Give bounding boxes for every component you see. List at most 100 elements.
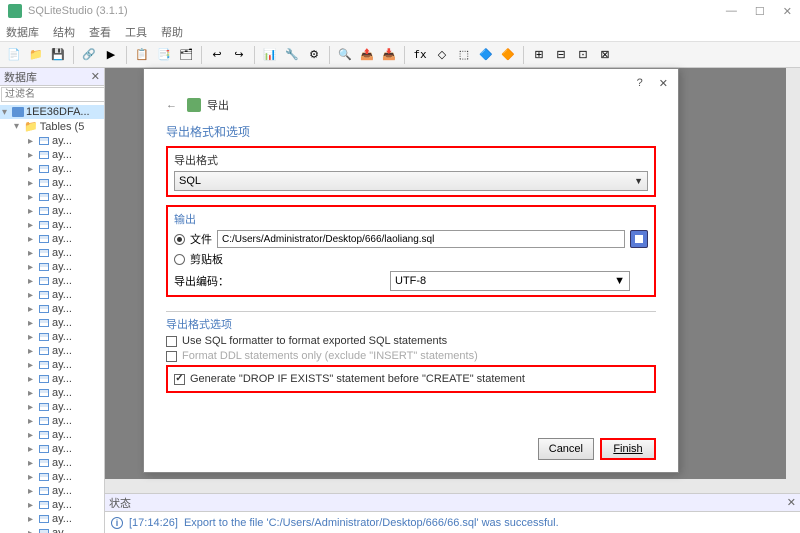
tree-table-node[interactable]: ▸ay...: [0, 428, 104, 442]
tree-table-node[interactable]: ▸ay...: [0, 204, 104, 218]
tree-table-node[interactable]: ▸ay...: [0, 246, 104, 260]
dialog-help-icon[interactable]: ?: [637, 77, 643, 89]
tree-table-node[interactable]: ▸ay...: [0, 232, 104, 246]
tree-table-node[interactable]: ▸ay...: [0, 162, 104, 176]
tree-table-node[interactable]: ▸ay...: [0, 442, 104, 456]
tree-leaf-label: ay...: [52, 513, 72, 525]
toolbar-btn[interactable]: 📑: [154, 45, 174, 65]
tree: ▾ 1EE36DFA... ▾📁 Tables (5 ▸ay...▸ay...▸…: [0, 103, 104, 533]
tree-table-node[interactable]: ▸ay...: [0, 470, 104, 484]
toolbar-btn[interactable]: ↪: [229, 45, 249, 65]
toolbar-btn[interactable]: ↩: [207, 45, 227, 65]
tree-db-node[interactable]: ▾ 1EE36DFA...: [0, 105, 104, 119]
tree-leaf-label: ay...: [52, 457, 72, 469]
toolbar-btn[interactable]: 🔍: [335, 45, 355, 65]
drop-exists-checkbox[interactable]: [174, 374, 185, 385]
tree-leaf-label: ay...: [52, 191, 72, 203]
tree-table-node[interactable]: ▸ay...: [0, 134, 104, 148]
clipboard-radio[interactable]: [174, 254, 185, 265]
close-button[interactable]: ✕: [783, 5, 792, 18]
toolbar-btn[interactable]: 🔗: [79, 45, 99, 65]
toolbar-btn[interactable]: 🗂: [176, 45, 196, 65]
toolbar-btn[interactable]: ◇: [432, 45, 452, 65]
tree-table-node[interactable]: ▸ay...: [0, 274, 104, 288]
table-icon: [39, 487, 49, 495]
finish-button[interactable]: Finish: [600, 438, 656, 460]
status-close-icon[interactable]: ✕: [787, 496, 796, 509]
menu-tools[interactable]: 工具: [125, 24, 147, 40]
toolbar-btn[interactable]: 🔷: [476, 45, 496, 65]
tree-table-node[interactable]: ▸ay...: [0, 148, 104, 162]
toolbar-btn[interactable]: 📤: [357, 45, 377, 65]
menu-help[interactable]: 帮助: [161, 24, 183, 40]
tree-table-node[interactable]: ▸ay...: [0, 218, 104, 232]
tree-table-node[interactable]: ▸ay...: [0, 288, 104, 302]
tree-db-label: 1EE36DFA...: [26, 106, 90, 118]
toolbar-btn[interactable]: 📄: [4, 45, 24, 65]
toolbar-btn[interactable]: 📁: [26, 45, 46, 65]
vertical-scrollbar[interactable]: [786, 68, 800, 493]
status-message: Export to the file 'C:/Users/Administrat…: [184, 517, 559, 529]
toolbar-btn[interactable]: ⊡: [573, 45, 593, 65]
tree-table-node[interactable]: ▸ay...: [0, 512, 104, 526]
cancel-button[interactable]: Cancel: [538, 438, 594, 460]
minimize-button[interactable]: —: [726, 5, 737, 18]
tree-tables-node[interactable]: ▾📁 Tables (5: [0, 119, 104, 134]
toolbar-btn[interactable]: 🔧: [282, 45, 302, 65]
menu-structure[interactable]: 结构: [53, 24, 75, 40]
filter-input[interactable]: [1, 87, 105, 102]
table-icon: [39, 347, 49, 355]
table-icon: [39, 291, 49, 299]
tree-leaf-label: ay...: [52, 485, 72, 497]
tree-table-node[interactable]: ▸ay...: [0, 456, 104, 470]
dialog-close-icon[interactable]: ✕: [659, 77, 668, 90]
tree-table-node[interactable]: ▸ay...: [0, 386, 104, 400]
tree-leaf-label: ay...: [52, 219, 72, 231]
formatter-checkbox[interactable]: [166, 336, 177, 347]
encoding-select[interactable]: UTF-8 ▼: [390, 271, 630, 291]
toolbar-btn[interactable]: fx: [410, 45, 430, 65]
toolbar-btn[interactable]: 🔶: [498, 45, 518, 65]
tree-leaf-label: ay...: [52, 247, 72, 259]
status-header-label: 状态: [109, 495, 131, 511]
tree-table-node[interactable]: ▸ay...: [0, 358, 104, 372]
tree-table-node[interactable]: ▸ay...: [0, 372, 104, 386]
toolbar-btn[interactable]: ⊞: [529, 45, 549, 65]
save-icon[interactable]: [630, 230, 648, 248]
ddl-only-checkbox[interactable]: [166, 351, 177, 362]
toolbar-btn[interactable]: 📥: [379, 45, 399, 65]
tree-table-node[interactable]: ▸ay...: [0, 498, 104, 512]
tree-table-node[interactable]: ▸ay...: [0, 190, 104, 204]
tree-table-node[interactable]: ▸ay...: [0, 302, 104, 316]
tree-table-node[interactable]: ▸ay...: [0, 260, 104, 274]
horizontal-scrollbar[interactable]: [105, 479, 786, 493]
menu-view[interactable]: 查看: [89, 24, 111, 40]
sidebar-close-icon[interactable]: ✕: [91, 70, 100, 83]
file-radio[interactable]: [174, 234, 185, 245]
file-path-input[interactable]: [217, 230, 625, 248]
back-icon[interactable]: ←: [166, 99, 177, 111]
toolbar-btn[interactable]: 💾: [48, 45, 68, 65]
tree-table-node[interactable]: ▸ay...: [0, 344, 104, 358]
table-icon: [39, 333, 49, 341]
tree-table-node[interactable]: ▸ay...: [0, 330, 104, 344]
menu-database[interactable]: 数据库: [6, 24, 39, 40]
toolbar-btn[interactable]: 📋: [132, 45, 152, 65]
toolbar-btn[interactable]: ⊟: [551, 45, 571, 65]
tree-tables-label: Tables (5: [40, 121, 85, 133]
toolbar-btn[interactable]: ▶: [101, 45, 121, 65]
toolbar-btn[interactable]: ⊠: [595, 45, 615, 65]
tree-table-node[interactable]: ▸ay...: [0, 414, 104, 428]
maximize-button[interactable]: ☐: [755, 5, 765, 18]
tree-table-node[interactable]: ▸ay...: [0, 484, 104, 498]
tree-table-node[interactable]: ▸ay...: [0, 400, 104, 414]
sidebar-header: 数据库 ✕: [0, 68, 104, 86]
toolbar-btn[interactable]: ⚙: [304, 45, 324, 65]
tree-table-node[interactable]: ▸ay...: [0, 526, 104, 533]
toolbar-btn[interactable]: ⬚: [454, 45, 474, 65]
tree-table-node[interactable]: ▸ay...: [0, 316, 104, 330]
table-icon: [39, 235, 49, 243]
format-select[interactable]: SQL ▼: [174, 171, 648, 191]
toolbar-btn[interactable]: 📊: [260, 45, 280, 65]
tree-table-node[interactable]: ▸ay...: [0, 176, 104, 190]
